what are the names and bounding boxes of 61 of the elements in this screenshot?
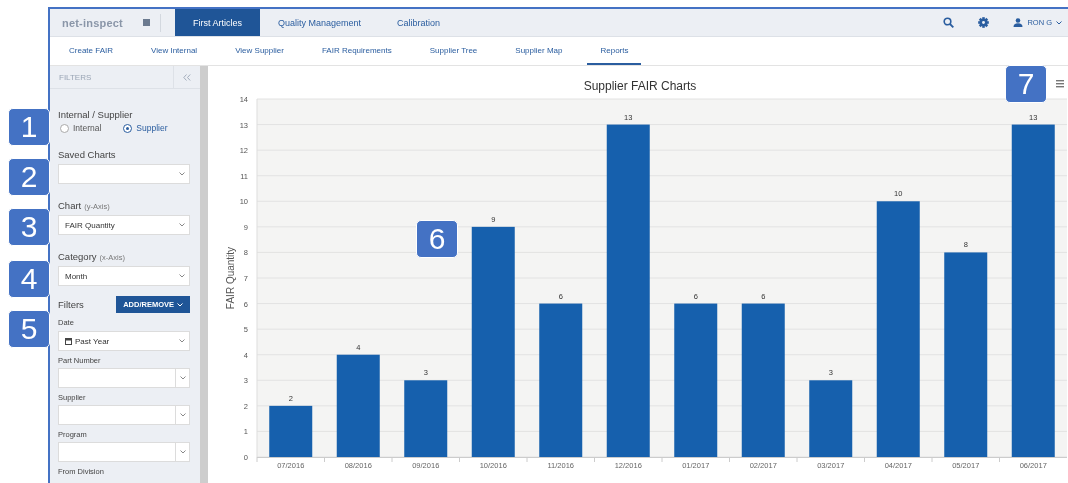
callout-number: 7 [1005,65,1047,103]
bar[interactable] [674,303,718,457]
bar[interactable] [336,354,380,457]
nav-tab[interactable]: Supplier Tree [416,37,491,65]
callout-number: 5 [8,310,50,348]
settings-icon[interactable] [978,17,990,28]
chevron-icon [179,339,185,343]
nav-tab[interactable]: Reports [587,37,642,65]
menu-icon[interactable] [1056,80,1064,88]
main-tab[interactable]: First Articles [174,9,260,36]
field-label: Internal / Supplier [58,109,134,120]
chevron-icon [179,413,186,417]
chevron-icon [179,450,186,454]
nav-tab[interactable]: View Internal [138,37,211,65]
user-icon [1013,18,1024,27]
combo-field[interactable] [58,442,190,462]
calendar-icon [65,337,72,345]
radio-option[interactable]: Supplier [123,123,168,133]
chevron-icon [1056,20,1062,25]
field-label: Saved Charts [58,149,117,160]
main-tab[interactable]: Quality Management [259,9,379,36]
callout-number: 4 [8,260,50,298]
callout-number: 6 [416,220,458,258]
chevron-icon [179,172,185,176]
chevron-icon [179,376,186,380]
date-dropdown[interactable]: Past Year [58,331,190,351]
bar[interactable] [1011,124,1055,457]
nav-tab[interactable]: Supplier Map [502,37,576,65]
combo-field[interactable] [58,368,190,388]
nav-tab[interactable]: FAIR Requirements [308,37,405,65]
combo-field[interactable] [58,405,190,425]
axis-title: FAIR Quantity [225,246,236,310]
main-tab[interactable]: Calibration [378,9,458,36]
bar[interactable] [404,380,448,457]
chevron-icon [179,274,185,278]
bar[interactable] [809,380,853,457]
search-icon[interactable] [943,17,955,28]
dropdown[interactable]: Month [58,266,190,286]
bar[interactable] [944,252,988,457]
bar[interactable] [269,405,313,457]
panel-title: FILTERS [59,72,93,82]
bar[interactable] [606,124,650,457]
bar[interactable] [876,201,920,457]
field-label: Category [58,251,97,262]
radio-option[interactable]: Internal [60,123,102,133]
field-label: Chart [58,200,82,211]
chevron-icon [179,223,185,227]
nav-tab[interactable]: View Supplier [222,37,297,65]
chart-title: Supplier FAIR Charts [583,79,697,93]
bar[interactable] [539,303,583,457]
menu-icon[interactable] [142,19,150,26]
nav-tab[interactable]: Create FAIR [56,37,126,65]
bar[interactable] [471,226,515,457]
callout-number: 1 [8,108,50,146]
scrollbar[interactable] [200,66,208,483]
field-label: Filters [58,299,84,310]
chevron-icon [177,302,183,307]
dropdown[interactable]: FAIR Quantity [58,215,190,235]
callout-number: 3 [8,208,50,246]
callout-number: 2 [8,158,50,196]
bar[interactable] [741,303,785,457]
